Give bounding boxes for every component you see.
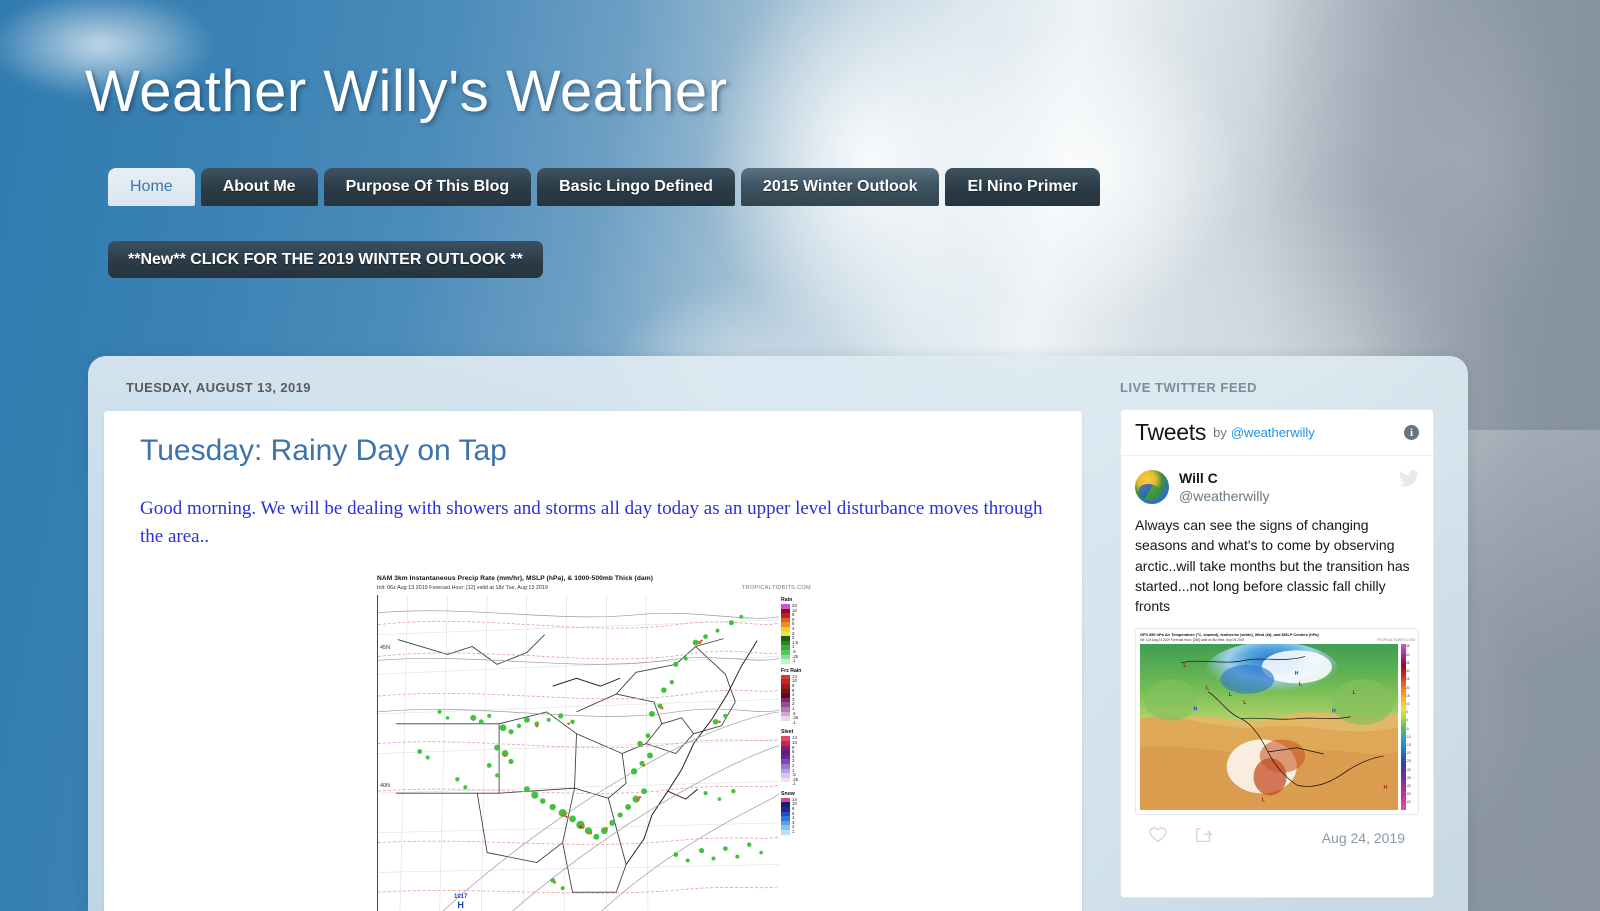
heart-glyph <box>1149 827 1167 843</box>
blog-post: Tuesday: Rainy Day on Tap Good morning. … <box>104 411 1082 911</box>
nam-precip-map-figure[interactable]: NAM 3km Instantaneous Precip Rate (mm/hr… <box>368 570 818 911</box>
tweet-text: Always can see the signs of changing sea… <box>1135 517 1410 615</box>
legend-block-sleet: Sleet 14 10 8 6 4 3 2 1 .5 .25 .1 <box>781 729 815 787</box>
tweet-item: Will C @weatherwilly Always can see the … <box>1121 456 1433 848</box>
content-panel: TUESDAY, AUGUST 13, 2019 Tuesday: Rainy … <box>88 356 1468 911</box>
svg-text:H: H <box>1295 672 1299 678</box>
gfs-map-plot-area: LLL LLL LH HHH <box>1140 644 1398 811</box>
share-icon[interactable] <box>1195 827 1213 848</box>
legend-values-sleet: 14 10 8 6 4 3 2 1.5.25.1 <box>792 735 799 787</box>
legend-block-snow: Snow 14 10 8 6 4 3 2 1 <box>781 791 815 835</box>
tweet-date[interactable]: Aug 24, 2019 <box>1322 830 1405 846</box>
lat-label-45n: 45N <box>380 645 391 652</box>
legend-title-snow: Snow <box>781 790 795 797</box>
sidebar: LIVE TWITTER FEED Tweets by @weatherwill… <box>1098 356 1468 911</box>
svg-text:L: L <box>1243 701 1246 707</box>
post-body-text: Good morning. We will be dealing with sh… <box>140 498 1043 547</box>
tweet-actions: Aug 24, 2019 <box>1135 815 1419 848</box>
tab-el-nino-primer[interactable]: El Nino Primer <box>945 168 1100 206</box>
tweet-author-names: Will C @weatherwilly <box>1179 470 1269 505</box>
tweet-display-name[interactable]: Will C <box>1179 470 1269 488</box>
share-glyph <box>1196 828 1213 843</box>
legend-swatches-rain <box>781 604 790 664</box>
tab-purpose-of-this-blog[interactable]: Purpose Of This Blog <box>323 168 532 206</box>
post-title[interactable]: Tuesday: Rainy Day on Tap <box>140 433 1046 469</box>
nam-map-plot-area: 45N 40N 1017 H <box>377 595 779 911</box>
svg-text:L: L <box>1262 798 1265 804</box>
svg-text:L: L <box>1206 686 1209 692</box>
main-column: TUESDAY, AUGUST 13, 2019 Tuesday: Rainy … <box>88 356 1098 911</box>
nam-map-title: NAM 3km Instantaneous Precip Rate (mm/hr… <box>377 575 653 583</box>
twitter-bird-glyph <box>1399 470 1419 487</box>
pressure-center-high: 1017 H <box>454 894 468 911</box>
heart-icon[interactable] <box>1149 827 1167 848</box>
svg-text:H: H <box>1332 709 1336 715</box>
gfs-scale-labels: 45 40 35 30 25 20 15 10 5 0 -5 -10 -15 -20 -25 -30 -35 -4… <box>1406 644 1411 805</box>
legend-block-rain: Rain 20 10 8 6 5 4 3 2 1.5 1 .5 .25 .1 <box>781 597 815 664</box>
info-icon[interactable]: i <box>1404 425 1419 440</box>
tab-home[interactable]: Home <box>108 168 195 206</box>
legend-swatches-snow <box>781 797 790 835</box>
tweet-author-row: Will C @weatherwilly <box>1135 470 1419 505</box>
precip-legend: Rain 20 10 8 6 5 4 3 2 1.5 1 .5 .25 .1 F… <box>781 597 815 911</box>
gfs-map-svg: LLL LLL LH H HH <box>1140 644 1398 811</box>
gfs-map-title: GFS 850 hPa Air Temperature (°C, shaded)… <box>1140 632 1319 638</box>
legend-values-frz-rain: 14 10 8 6 4 3 2 1.5.25.1 <box>792 673 799 725</box>
post-date: TUESDAY, AUGUST 13, 2019 <box>126 380 311 395</box>
legend-values-snow: 14 10 8 6 4 3 2 1 <box>792 796 797 835</box>
svg-text:L: L <box>1353 690 1356 696</box>
twitter-feed-widget: Tweets by @weatherwilly i Will C @weathe… <box>1120 409 1434 898</box>
twitter-widget-by-label: by <box>1213 425 1227 440</box>
svg-text:H: H <box>1194 707 1198 713</box>
main-navigation: Home About Me Purpose Of This Blog Basic… <box>108 168 1100 206</box>
tab-about-me[interactable]: About Me <box>200 168 318 206</box>
nam-map-svg <box>378 595 779 911</box>
legend-values-rain: 20 10 8 6 5 4 3 2 1.5 1.5.25.1 <box>792 603 799 664</box>
tweet-handle[interactable]: @weatherwilly <box>1179 488 1269 506</box>
svg-text:L: L <box>1229 692 1232 698</box>
legend-title-rain: Rain <box>781 597 793 604</box>
gfs-map-subtitle: Init: 12z Aug 24 2019 Forecast Hour: [25… <box>1140 638 1245 643</box>
twitter-widget-handle-link[interactable]: @weatherwilly <box>1231 425 1315 440</box>
svg-text:L: L <box>1299 682 1302 688</box>
twitter-bird-icon[interactable] <box>1399 470 1419 493</box>
sidebar-section-title: LIVE TWITTER FEED <box>1120 380 1258 395</box>
avatar[interactable] <box>1135 470 1169 504</box>
twitter-widget-header: Tweets by @weatherwilly i <box>1121 410 1433 456</box>
tab-2015-winter-outlook[interactable]: 2015 Winter Outlook <box>740 168 940 206</box>
legend-block-frz-rain: Frz Rain 14 10 8 6 4 3 2 1 .5 .25 .1 <box>781 668 815 726</box>
svg-text:H: H <box>1384 786 1388 792</box>
svg-text:L: L <box>1183 663 1186 669</box>
nam-precip-map: NAM 3km Instantaneous Precip Rate (mm/hr… <box>368 570 818 911</box>
legend-swatches-frz-rain <box>781 674 790 726</box>
nam-map-source: TROPICALTIDBITS.COM <box>741 585 811 592</box>
lat-label-40n: 40N <box>380 783 391 790</box>
tweet-image-gfs-map[interactable]: GFS 850 hPa Air Temperature (°C, shaded)… <box>1135 628 1419 816</box>
twitter-widget-title: Tweets <box>1135 419 1207 445</box>
legend-title-sleet: Sleet <box>781 729 794 736</box>
legend-title-frz-rain: Frz Rain <box>781 667 802 674</box>
page-title: Weather Willy's Weather <box>85 59 728 124</box>
tab-basic-lingo-defined[interactable]: Basic Lingo Defined <box>537 168 735 206</box>
winter-outlook-promo-button[interactable]: **New** CLICK FOR THE 2019 WINTER OUTLOO… <box>108 241 543 278</box>
legend-swatches-sleet <box>781 736 790 787</box>
nam-map-subtitle: Init: 06z Aug 13 2019 Forecast Hour: [12… <box>377 585 548 592</box>
